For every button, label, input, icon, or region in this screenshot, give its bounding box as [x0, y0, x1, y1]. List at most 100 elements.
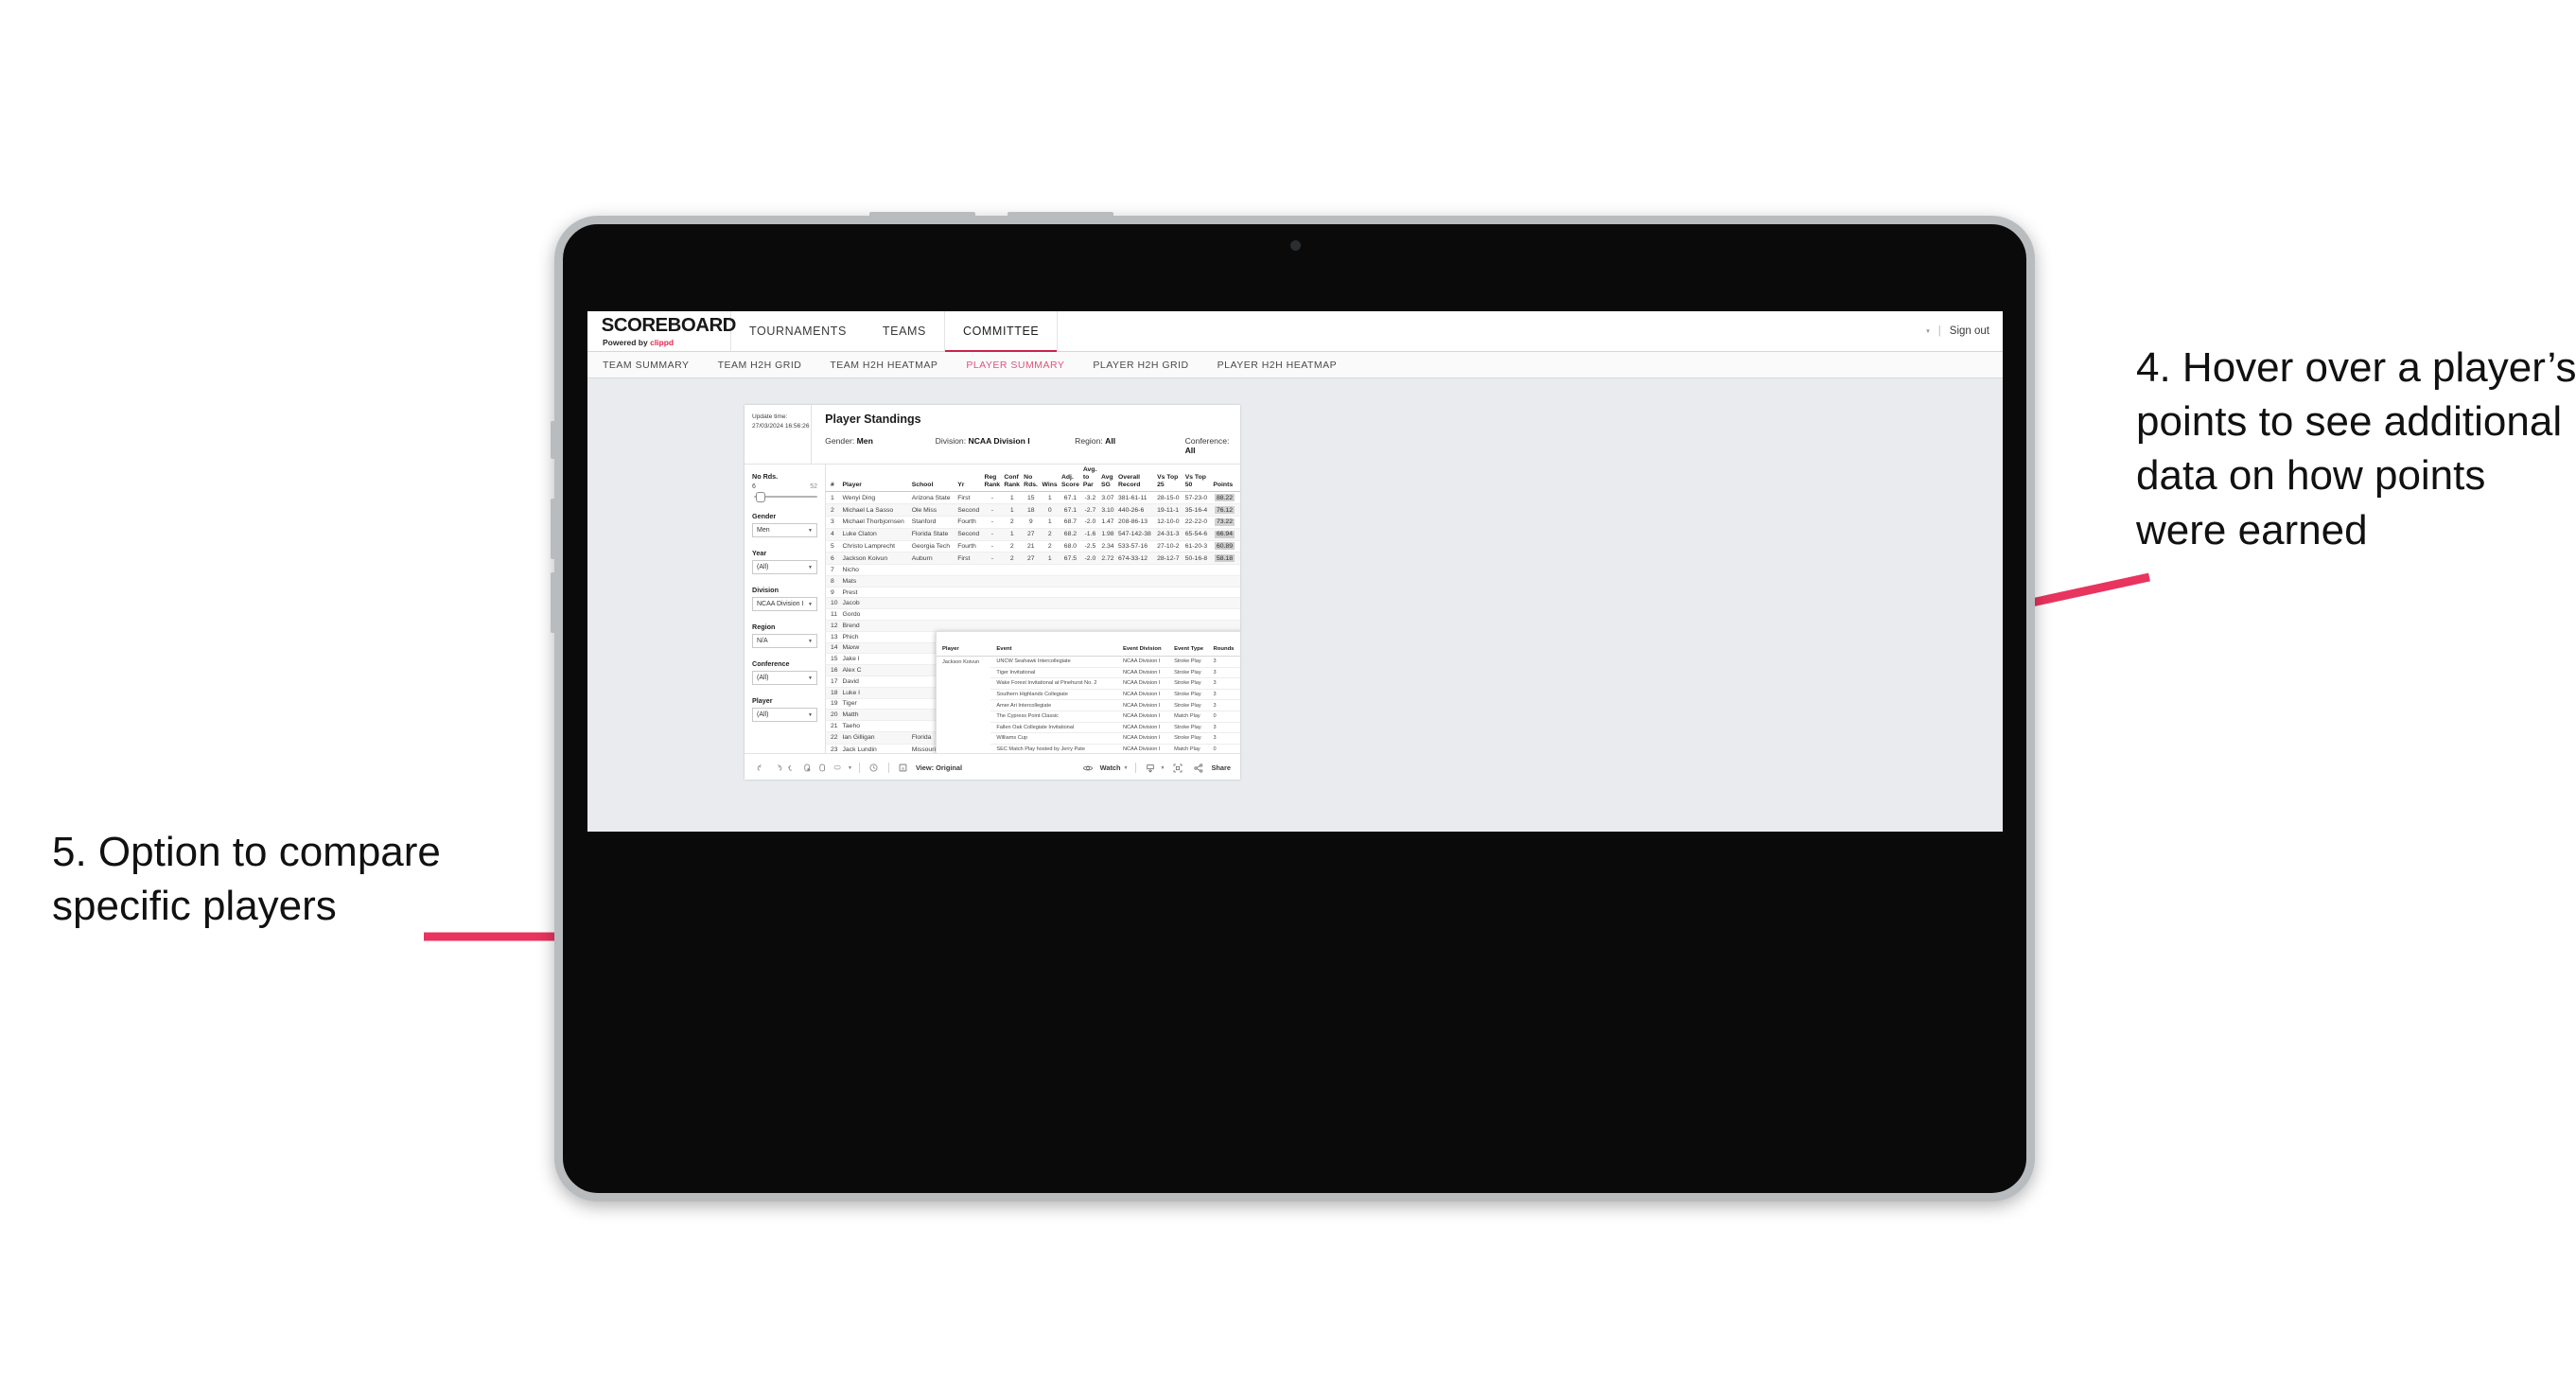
filter-conference-dropdown[interactable]: (All) ▼ [752, 671, 817, 685]
download-control[interactable]: ▼ [1143, 761, 1165, 776]
cell-rank: 20 [826, 709, 841, 722]
rounds-slider-track[interactable] [752, 492, 817, 502]
col-yr[interactable]: Yr [955, 465, 983, 493]
table-row[interactable]: 8 Mats [826, 575, 1240, 588]
sub-tab-team-h2h-heatmap[interactable]: TEAM H2H HEATMAP [830, 360, 938, 371]
share-control[interactable]: Share [1191, 761, 1231, 776]
view-control[interactable]: a View: Original [896, 761, 962, 776]
table-row[interactable]: 3 Michael Thorbjornsen Stanford Fourth -2 9 1 6… [826, 516, 1240, 529]
col-vs-top-25[interactable]: Vs Top 25 [1155, 465, 1183, 493]
col-overall-rec[interactable]: Overall Record [1116, 465, 1156, 493]
table-row[interactable]: 1 Wenyi Ding Arizona State First -1 15 1 67.1 -3… [826, 491, 1240, 505]
col-points[interactable]: Points [1211, 465, 1240, 493]
standings-table-wrapper[interactable]: # Player School Yr Reg Rank Conf Rank No Rd… [826, 465, 1240, 753]
fullscreen-icon[interactable] [1170, 761, 1185, 776]
sub-tab-player-summary[interactable]: PLAYER SUMMARY [966, 360, 1064, 371]
col-rank[interactable]: # [826, 465, 841, 493]
table-row[interactable]: 5 Christo Lamprecht Georgia Tech Fourth -2 21… [826, 540, 1240, 553]
points-value[interactable]: 58.18 [1214, 554, 1235, 563]
table-row[interactable]: 4 Luke Claton Florida State Second -1 27 2 68.2… [826, 528, 1240, 541]
cell-points[interactable] [1211, 587, 1240, 599]
powered-by-prefix: Powered by [603, 337, 648, 347]
cell-points[interactable] [1211, 608, 1240, 622]
filter-region-dropdown[interactable]: N/A ▼ [752, 634, 817, 648]
sub-tab-team-h2h-grid[interactable]: TEAM H2H GRID [718, 360, 802, 371]
sub-tab-team-summary[interactable]: TEAM SUMMARY [603, 360, 690, 371]
col-avg-sg[interactable]: Avg SG [1098, 465, 1117, 493]
toolbar-divider-2 [887, 763, 889, 773]
tt-cell-event-type: Stroke Play [1168, 699, 1208, 711]
table-row[interactable]: 11 Gordo [826, 608, 1240, 622]
chevron-down-icon: ▼ [808, 711, 813, 718]
cell-yr [955, 597, 983, 610]
redo-icon[interactable] [769, 761, 784, 776]
chevron-down-icon[interactable]: ▼ [1161, 765, 1165, 771]
pause-icon[interactable] [815, 761, 830, 776]
chevron-down-icon[interactable]: ▼ [848, 765, 852, 771]
cell-points[interactable] [1211, 620, 1240, 632]
rectangle-select-icon[interactable] [830, 761, 845, 776]
points-value[interactable]: 66.94 [1214, 530, 1235, 538]
cell-player: Alex C [840, 664, 910, 676]
cell-points[interactable]: 58.18 [1211, 552, 1240, 566]
cell-reg-rank: - [982, 540, 1003, 553]
points-value[interactable]: 73.22 [1214, 518, 1235, 526]
col-conf-rank[interactable]: Conf Rank [1002, 465, 1023, 493]
filter-gender-dropdown[interactable]: Men ▼ [752, 523, 817, 537]
table-row[interactable]: 2 Michael La Sasso Ole Miss Second -1 18 0 67.1… [826, 503, 1240, 517]
col-reg-rank[interactable]: Reg Rank [982, 465, 1003, 493]
standings-header-row: # Player School Yr Reg Rank Conf Rank No Rd… [826, 465, 1240, 493]
cell-points[interactable]: 88.22 [1211, 491, 1240, 505]
tt-cell-status: PLAYED [1237, 667, 1240, 679]
table-row[interactable]: 6 Jackson Koivun Auburn First -2 27 1 67.5 -2.0 2… [826, 552, 1240, 566]
cell-points[interactable]: 76.12 [1211, 503, 1240, 517]
undo-icon[interactable] [754, 761, 769, 776]
col-no-rds[interactable]: No Rds. [1022, 465, 1041, 493]
cell-points[interactable] [1211, 597, 1240, 610]
points-value[interactable]: 76.12 [1214, 506, 1235, 515]
signout-button[interactable]: Sign out [1950, 325, 1989, 337]
col-avg-to-par[interactable]: Avg. to Par [1080, 465, 1099, 493]
col-player[interactable]: Player [840, 465, 910, 493]
col-school[interactable]: School [909, 465, 956, 493]
cell-points[interactable] [1211, 564, 1240, 576]
col-wins[interactable]: Wins [1040, 465, 1060, 493]
sub-tab-player-h2h-grid[interactable]: PLAYER H2H GRID [1093, 360, 1188, 371]
filter-summary-gender-label: Gender: [825, 436, 855, 446]
tablet-screen: SCOREBOARD Powered by clippd TOURNAMENTS… [587, 311, 2003, 832]
nav-tab-tournaments[interactable]: TOURNAMENTS [731, 311, 865, 351]
brand-logo[interactable]: SCOREBOARD Powered by clippd [587, 311, 736, 351]
sub-tab-player-h2h-heatmap[interactable]: PLAYER H2H HEATMAP [1218, 360, 1337, 371]
annotation-right: 4. Hover over a player’s points to see a… [2136, 344, 2576, 553]
cell-points[interactable] [1211, 575, 1240, 588]
cell-no-rds [1022, 587, 1041, 599]
col-vs-top-50[interactable]: Vs Top 50 [1183, 465, 1212, 493]
filter-region-label: Region [752, 623, 776, 631]
points-value[interactable]: 60.89 [1214, 542, 1235, 551]
table-row[interactable]: 7 Nicho [826, 564, 1240, 576]
points-value[interactable]: 88.22 [1214, 494, 1235, 502]
revert-icon[interactable] [784, 761, 799, 776]
rectangle-select-control[interactable]: ▼ [830, 761, 852, 776]
chevron-down-icon[interactable]: ▼ [1124, 765, 1129, 771]
nav-tab-committee[interactable]: COMMITTEE [943, 311, 1059, 352]
filter-player-dropdown[interactable]: (All) ▼ [752, 708, 817, 722]
watch-control[interactable]: Watch ▼ [1080, 761, 1129, 776]
nav-tab-teams[interactable]: TEAMS [865, 311, 944, 351]
table-row[interactable]: 9 Prest [826, 587, 1240, 599]
chevron-down-icon[interactable]: ▾ [1926, 327, 1930, 335]
cell-points[interactable]: 60.89 [1211, 540, 1240, 553]
col-adj-score[interactable]: Adj. Score [1059, 465, 1081, 493]
cell-wins: 0 [1040, 503, 1060, 517]
filter-division-dropdown[interactable]: NCAA Division I ▼ [752, 597, 817, 611]
rounds-slider-handle[interactable] [756, 492, 765, 502]
cell-points[interactable]: 73.22 [1211, 516, 1240, 529]
table-row[interactable]: 12 Brend [826, 620, 1240, 632]
cell-points[interactable]: 66.94 [1211, 528, 1240, 541]
cell-no-rds: 27 [1022, 528, 1041, 541]
table-row[interactable]: 10 Jacob [826, 597, 1240, 610]
tt-cell-event-division: NCAA Division I [1116, 732, 1169, 745]
help-icon[interactable] [867, 761, 882, 776]
filter-year-dropdown[interactable]: (All) ▼ [752, 560, 817, 574]
refresh-icon[interactable] [799, 761, 815, 776]
